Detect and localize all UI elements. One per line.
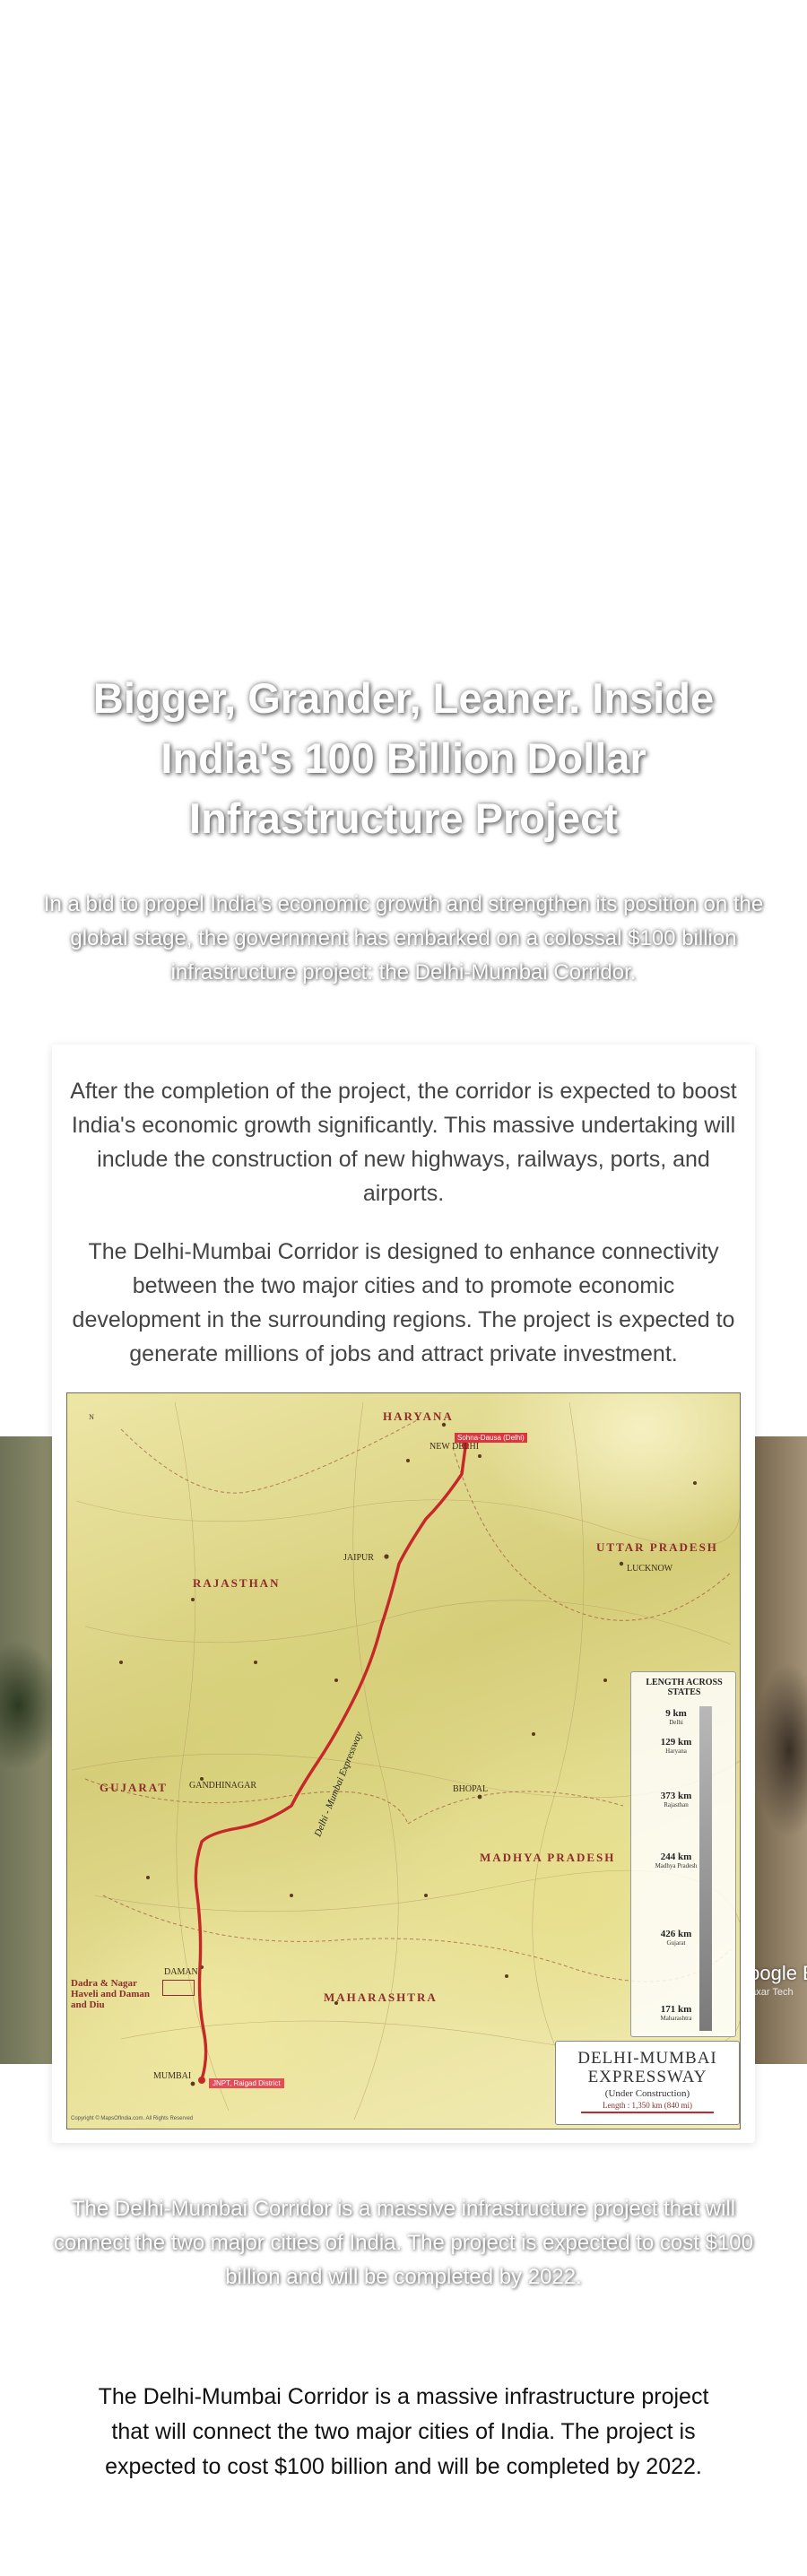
state-label-rajasthan: RAJASTHAN	[193, 1576, 281, 1590]
city-label-bhopal: BHOPAL	[453, 1784, 489, 1794]
length-segment: 426 km Gujarat	[660, 1929, 692, 1947]
state-label-maharashtra: MAHARASHTRA	[324, 1991, 438, 2004]
length-segment: 373 km Rajasthan	[660, 1791, 692, 1808]
map-title-box: DELHI-MUMBAI EXPRESSWAY (Under Construct…	[555, 2041, 740, 2125]
length-segment: 171 km Maharashtra	[660, 2004, 692, 2022]
card-paragraph-2: The Delhi-Mumbai Corridor is designed to…	[72, 1239, 735, 1366]
state-label-haryana: HARYANA	[383, 1409, 454, 1423]
map-title-underline	[581, 2112, 714, 2113]
state-label-madhya-pradesh: MADHYA PRADESH	[480, 1851, 616, 1864]
expressway-map: N HARYANA RAJASTHAN UTTAR PRADESH GUJARA…	[66, 1392, 741, 2129]
overlay-caption: The Delhi-Mumbai Corridor is a massive i…	[54, 2197, 753, 2289]
length-segment: 129 km Haryana	[660, 1737, 692, 1755]
expressway-route	[194, 1445, 467, 2081]
city-label-jaipur: JAIPUR	[343, 1553, 374, 1563]
footer-paragraph: The Delhi-Mumbai Corridor is a massive i…	[98, 2384, 709, 2479]
hero-title: Bigger, Grander, Leaner. Inside India's …	[92, 674, 715, 842]
city-label-gandhinagar: GANDHINAGAR	[189, 1781, 256, 1791]
daman-inset-box	[162, 1980, 195, 1996]
map-length: Length : 1,350 km (840 mi)	[603, 2101, 692, 2110]
hero-subtitle: In a bid to propel India's economic grow…	[43, 892, 764, 984]
city-label-lucknow: LUCKNOW	[627, 1564, 673, 1574]
map-title-line-2: EXPRESSWAY	[587, 2068, 707, 2086]
city-label-mumbai: MUMBAI	[153, 2071, 192, 2081]
start-point-label: Sohna-Dausa (Delhi)	[455, 1433, 527, 1443]
content-card: After the completion of the project, the…	[52, 1045, 755, 2143]
length-table: LENGTH ACROSS STATES 9 km Delhi 129 km Har…	[630, 1671, 736, 2037]
city-label-daman: DAMAN	[164, 1967, 198, 1977]
map-title-line-1: DELHI-MUMBAI	[577, 2049, 717, 2068]
length-table-heading: LENGTH ACROSS STATES	[646, 1678, 723, 1697]
length-segment: 244 km Madhya Pradesh	[655, 1852, 698, 1869]
state-label-uttar-pradesh: UTTAR PRADESH	[596, 1540, 718, 1554]
length-segment: 9 km Delhi	[665, 1708, 687, 1726]
state-label-gujarat: GUJARAT	[100, 1781, 168, 1794]
end-point-label: JNPT, Raigad District	[209, 2078, 284, 2088]
compass-icon: N	[89, 1413, 94, 1421]
length-bar	[699, 1706, 712, 2031]
state-label-dadra: Dadra & Nagar Haveli and Daman and Diu	[71, 1978, 151, 2010]
city-label-delhi: NEW DELHI	[430, 1442, 480, 1452]
card-paragraph-1: After the completion of the project, the…	[70, 1079, 737, 1206]
map-copyright: Copyright © MapsOfIndia.com. All Rights …	[71, 2116, 194, 2121]
map-status: (Under Construction)	[604, 2088, 690, 2099]
